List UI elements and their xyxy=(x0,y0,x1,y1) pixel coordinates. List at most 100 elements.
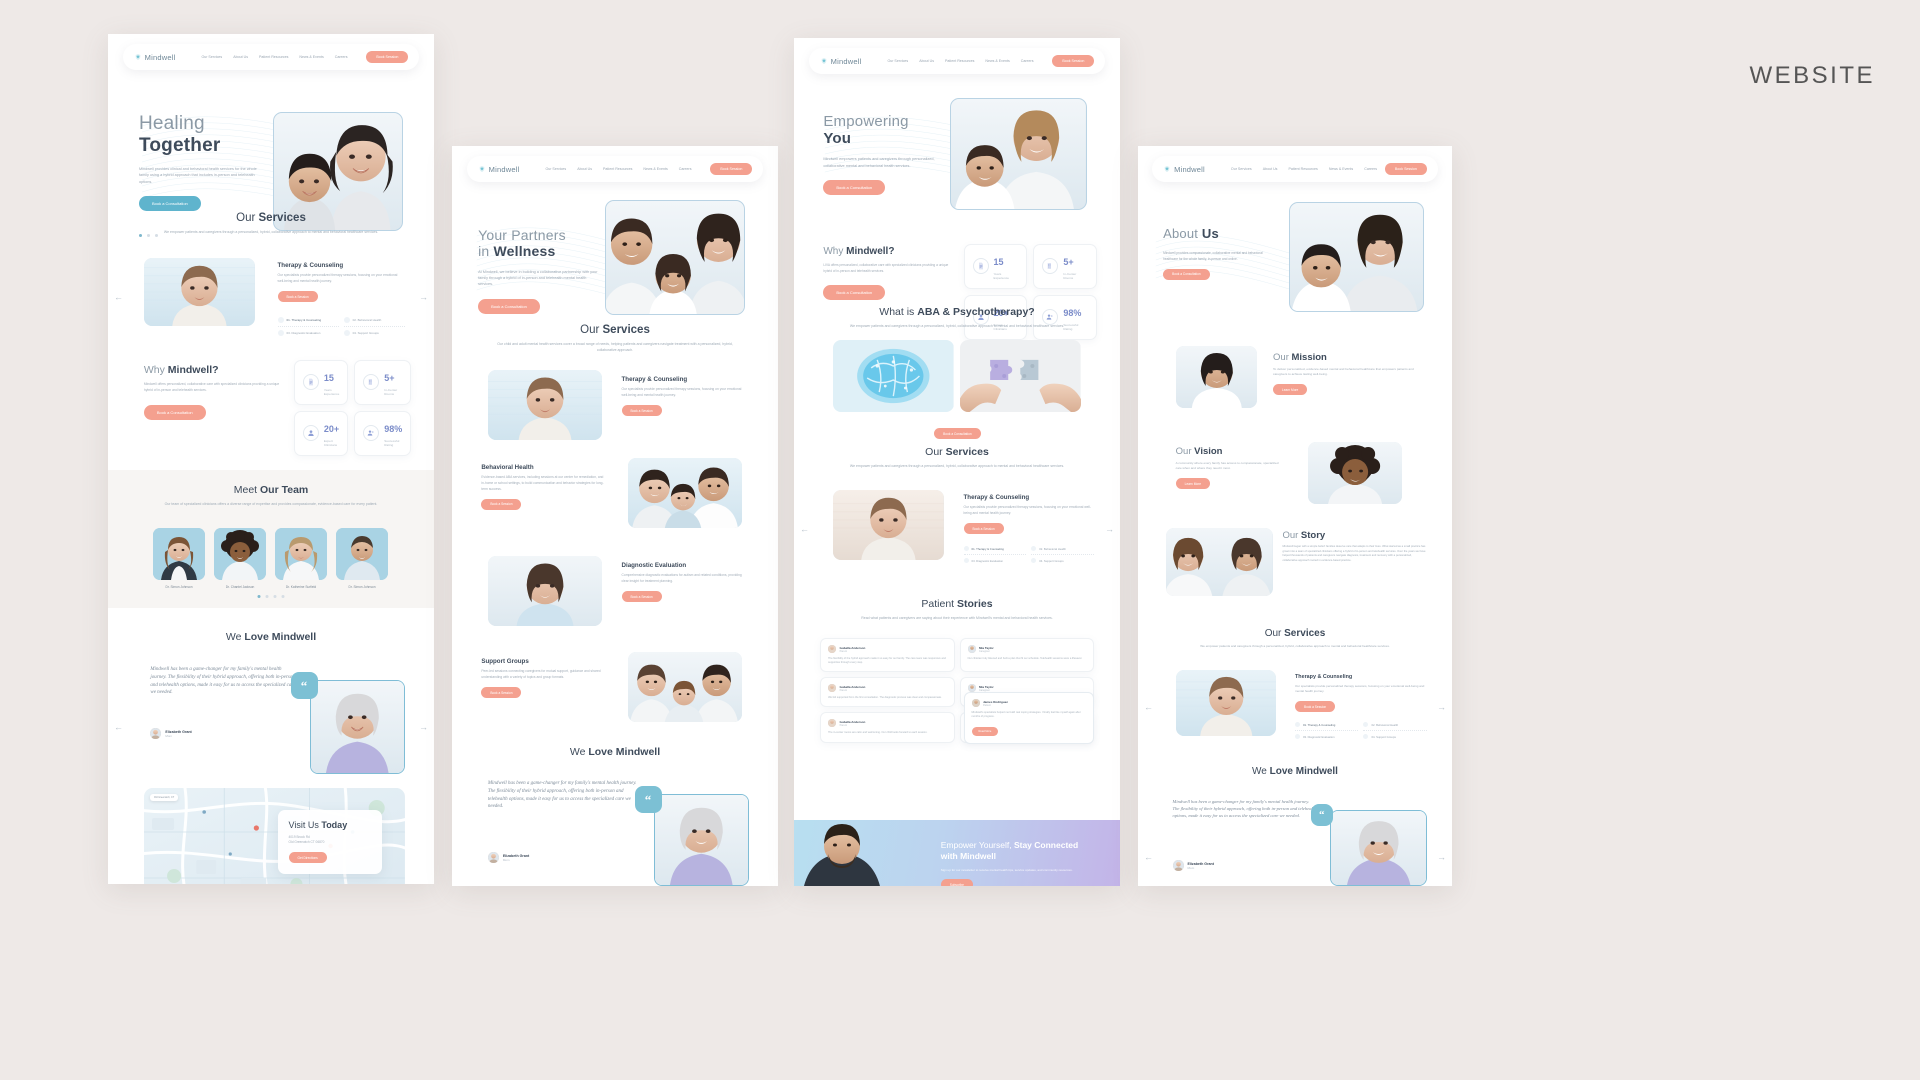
brand-logo[interactable]: Mindwell xyxy=(134,53,176,62)
visit-directions-button[interactable]: Get Directions xyxy=(288,852,327,864)
brand-logo[interactable]: Mindwell xyxy=(478,165,520,174)
why-cta-button[interactable]: Book a Consultation xyxy=(143,404,206,420)
nav-link-news-events[interactable]: News & Events xyxy=(643,167,667,171)
story-card[interactable]: Mia Taylor Caregiver Our clinician truly … xyxy=(959,638,1094,673)
navbar[interactable]: Mindwell Our Services About Us Patient R… xyxy=(122,44,420,70)
team-card[interactable]: Dr. Katherine Surfield xyxy=(275,528,327,589)
nav-link-our-services[interactable]: Our Services xyxy=(1231,167,1252,171)
team-carousel-dots[interactable] xyxy=(257,595,285,598)
mission-cta[interactable]: Learn More xyxy=(1273,384,1308,396)
navbar[interactable]: Mindwell Our Services About Us Patient R… xyxy=(466,156,764,182)
hero-cta-button[interactable]: Book a Consultation xyxy=(138,196,201,212)
tag-label-0: 01. Therapy & Counseling xyxy=(1303,722,1336,727)
testimonial-prev-arrow[interactable]: ← xyxy=(114,722,123,732)
hero-title-bold: Together xyxy=(138,135,221,157)
service-tag-1[interactable]: 02. Behavioral Health xyxy=(343,317,405,327)
nav-links[interactable]: Our Services About Us Patient Resources … xyxy=(201,55,347,59)
nav-link-about-us[interactable]: About Us xyxy=(1263,167,1278,171)
cta-subscribe-button[interactable]: Subscribe xyxy=(940,879,973,886)
service-photo-3 xyxy=(628,652,743,722)
services-title-bold: Services xyxy=(258,212,306,224)
story-card-featured[interactable]: James Rodriguez Patient Mindwell's specia… xyxy=(963,692,1094,745)
service-cta-chip[interactable]: Book a Session xyxy=(963,523,1004,535)
vision-cta[interactable]: Learn More xyxy=(1175,478,1210,490)
service-tag-2[interactable]: 03. Diagnostic Evaluation xyxy=(277,330,339,339)
story-card[interactable]: Isabella Anderson Parent The in-center ro… xyxy=(820,712,955,743)
nav-links[interactable]: Our Services About Us Patient Resources … xyxy=(1231,167,1377,171)
service-cta-1[interactable]: Book a Session xyxy=(481,498,522,510)
nav-link-careers[interactable]: Careers xyxy=(1021,59,1034,63)
nav-cta-button[interactable]: Book Session xyxy=(1052,55,1095,67)
aba-cta-button[interactable]: Book a Consultation xyxy=(934,428,981,439)
nav-cta-button[interactable]: Book Session xyxy=(366,51,409,63)
nav-link-about-us[interactable]: About Us xyxy=(919,59,934,63)
nav-link-careers[interactable]: Careers xyxy=(335,55,348,59)
nav-link-patient-resources[interactable]: Patient Resources xyxy=(1288,167,1317,171)
testimonial-prev-arrow[interactable]: ← xyxy=(1144,852,1153,862)
service-tag-grid[interactable]: 01. Therapy & Counseling 02. Behavioral … xyxy=(963,546,1094,563)
quote-mark-icon: “ xyxy=(634,786,662,813)
nav-links[interactable]: Our Services About Us Patient Resources … xyxy=(887,59,1033,63)
nav-link-news-events[interactable]: News & Events xyxy=(1329,167,1353,171)
service-cta-2[interactable]: Book a Session xyxy=(621,591,662,603)
nav-cta-button[interactable]: Book Session xyxy=(1384,163,1427,175)
service-cta-3[interactable]: Book a Session xyxy=(481,687,522,699)
testimonial-next-arrow[interactable]: → xyxy=(1437,852,1446,862)
service-tag-grid[interactable]: 01. Therapy & Counseling 02. Behavioral … xyxy=(1295,722,1427,739)
nav-link-about-us[interactable]: About Us xyxy=(233,55,248,59)
hero-cta-button[interactable]: Book a Consultation xyxy=(823,180,886,196)
nav-link-our-services[interactable]: Our Services xyxy=(545,167,566,171)
testimonial-next-arrow[interactable]: → xyxy=(419,722,428,732)
nav-link-patient-resources[interactable]: Patient Resources xyxy=(603,167,632,171)
services-next-arrow[interactable]: → xyxy=(419,292,428,302)
service-tag-1[interactable]: 02. Behavioral Health xyxy=(1031,546,1094,555)
service-heading-1: Behavioral Health xyxy=(481,464,534,471)
services-next-arrow[interactable]: → xyxy=(1105,524,1114,534)
service-tag-2[interactable]: 03. Diagnostic Evaluation xyxy=(1295,734,1358,739)
aba-title: What is ABA & Psychotherapy? xyxy=(827,306,1088,318)
brand-logo[interactable]: Mindwell xyxy=(820,57,862,66)
service-tag-3[interactable]: 04. Support Groups xyxy=(343,330,405,339)
why-cta-button[interactable]: Book a Consultation xyxy=(823,285,886,301)
nav-link-patient-resources[interactable]: Patient Resources xyxy=(259,55,288,59)
service-tag-2[interactable]: 03. Diagnostic Evaluation xyxy=(963,558,1027,563)
nav-link-about-us[interactable]: About Us xyxy=(577,167,592,171)
service-cta-0[interactable]: Book a Session xyxy=(621,405,662,417)
service-tag-3[interactable]: 04. Support Groups xyxy=(1031,558,1094,563)
nav-link-news-events[interactable]: News & Events xyxy=(299,55,323,59)
brand-name: Mindwell xyxy=(144,52,176,62)
story-card[interactable]: Isabella Anderson Parent The flexibility … xyxy=(820,638,955,673)
service-cta-chip[interactable]: Book a Session xyxy=(277,291,318,303)
nav-link-our-services[interactable]: Our Services xyxy=(887,59,908,63)
service-tag-3[interactable]: 04. Support Groups xyxy=(1363,734,1426,739)
nav-links[interactable]: Our Services About Us Patient Resources … xyxy=(545,167,691,171)
services-next-arrow[interactable]: → xyxy=(1437,702,1446,712)
nav-link-careers[interactable]: Careers xyxy=(1364,167,1377,171)
service-tag-0[interactable]: 01. Therapy & Counseling xyxy=(277,317,339,327)
services-prev-arrow[interactable]: ← xyxy=(800,524,809,534)
service-tag-1[interactable]: 02. Behavioral Health xyxy=(1363,722,1427,731)
nav-link-patient-resources[interactable]: Patient Resources xyxy=(945,59,974,63)
testimonial-heading-block: We Love Mindwell xyxy=(498,746,733,758)
nav-cta-button[interactable]: Book Session xyxy=(710,163,753,175)
hero-cta-button[interactable]: Book a Consultation xyxy=(478,298,540,314)
story-card[interactable]: Isabella Anderson Parent We felt supporte… xyxy=(820,677,955,708)
service-cta-chip[interactable]: Book a Session xyxy=(1295,701,1336,712)
team-card[interactable]: Dr. Simon Johnson xyxy=(336,528,388,589)
service-tag-grid[interactable]: 01. Therapy & Counseling 02. Behavioral … xyxy=(277,317,405,339)
services-prev-arrow[interactable]: ← xyxy=(114,292,123,302)
brand-logo[interactable]: Mindwell xyxy=(1163,165,1205,174)
nav-link-our-services[interactable]: Our Services xyxy=(201,55,222,59)
hero-cta-button[interactable]: Book a Consultation xyxy=(1163,268,1210,280)
team-card[interactable]: Dr. Simon Johnson xyxy=(153,528,205,589)
story-cta[interactable]: Read More xyxy=(971,727,999,737)
nav-link-careers[interactable]: Careers xyxy=(679,167,692,171)
map-search-pill[interactable]: Old Greenwich, CT xyxy=(149,794,179,801)
navbar[interactable]: Mindwell Our Services About Us Patient R… xyxy=(1152,156,1438,182)
services-prev-arrow[interactable]: ← xyxy=(1144,702,1153,712)
team-card[interactable]: Dr. Chantel Jackson xyxy=(214,528,266,589)
service-tag-0[interactable]: 01. Therapy & Counseling xyxy=(1295,722,1359,731)
service-tag-0[interactable]: 01. Therapy & Counseling xyxy=(963,546,1027,555)
navbar[interactable]: Mindwell Our Services About Us Patient R… xyxy=(808,48,1106,74)
nav-link-news-events[interactable]: News & Events xyxy=(985,59,1009,63)
